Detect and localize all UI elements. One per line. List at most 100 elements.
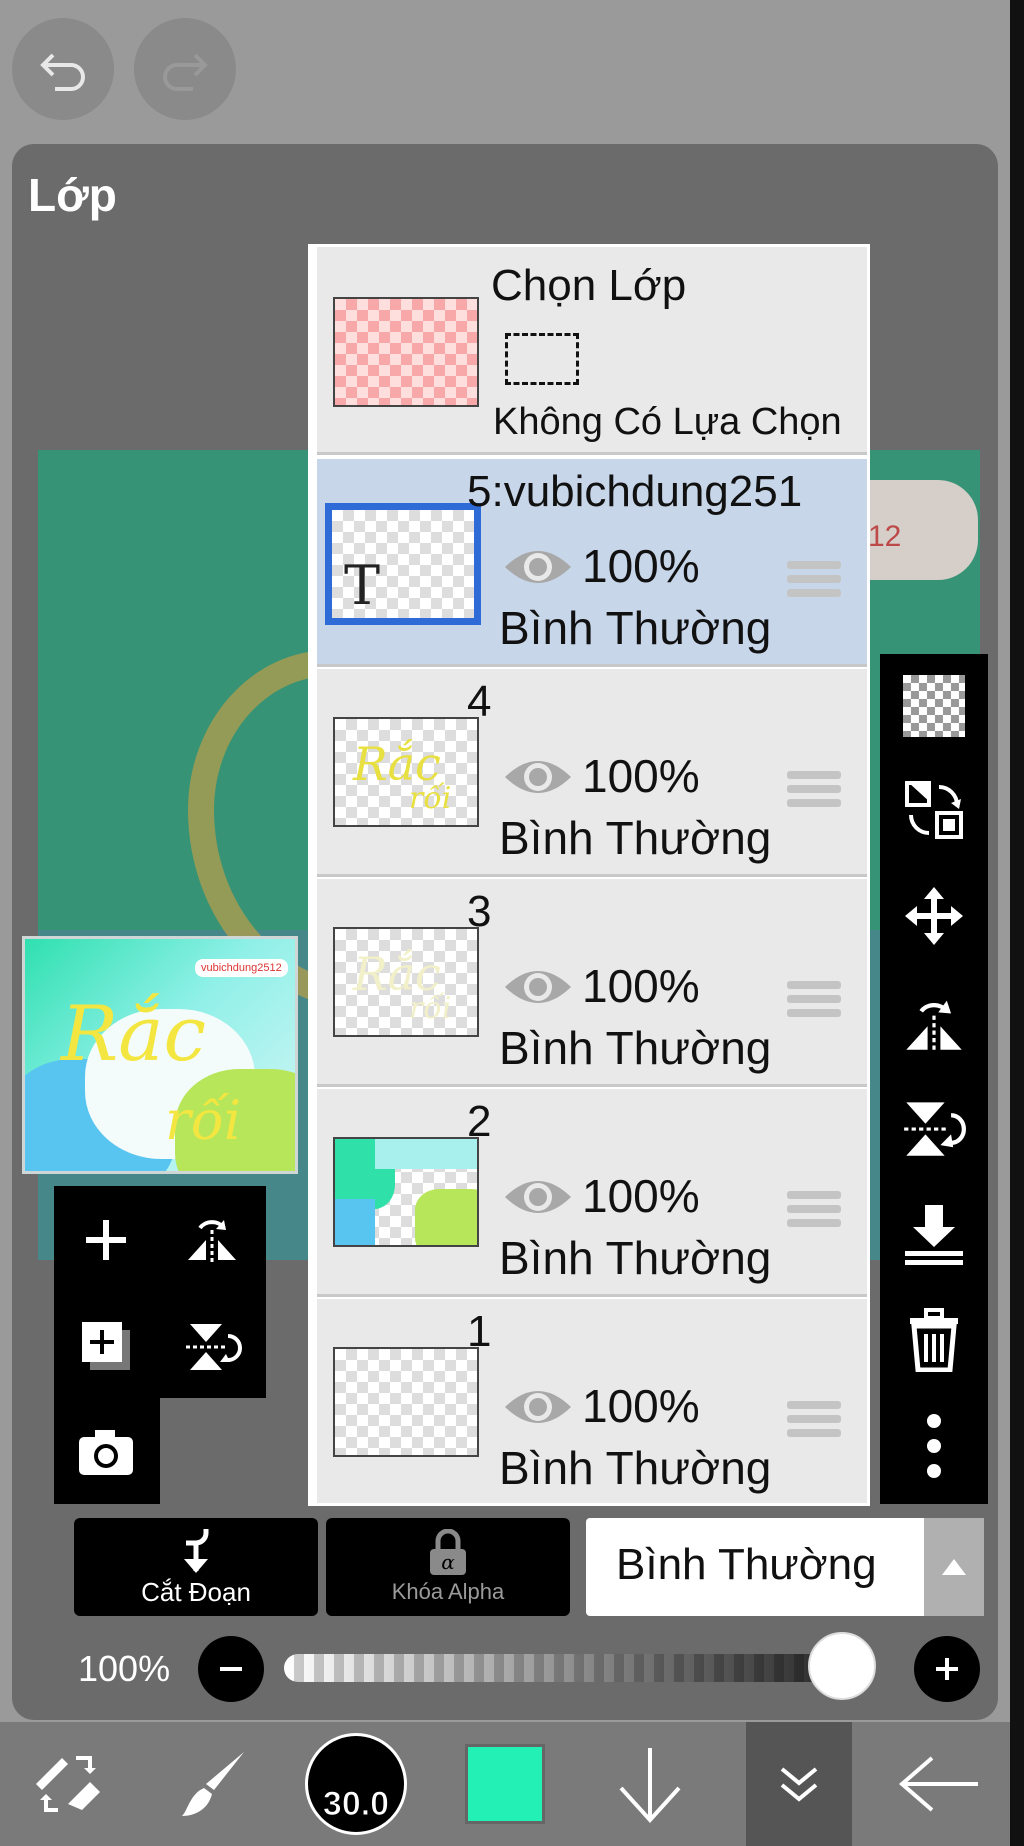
canvas-watermark: 12 xyxy=(868,520,902,553)
add-layer-button[interactable] xyxy=(64,1198,148,1282)
flip-horizontal-button[interactable] xyxy=(896,984,972,1060)
swap-layer-button[interactable] xyxy=(896,772,972,848)
transparent-fill-button[interactable] xyxy=(896,668,972,744)
opacity-slider[interactable] xyxy=(284,1632,876,1700)
more-icon xyxy=(927,1414,941,1478)
brush-size-value: 30.0 xyxy=(322,1785,390,1824)
layer-row[interactable]: 1 100% Bình Thường xyxy=(317,1299,867,1503)
drag-handle-icon[interactable] xyxy=(787,1191,841,1233)
eye-icon[interactable] xyxy=(501,543,575,591)
more-options-button[interactable] xyxy=(896,1408,972,1484)
canvas-preview[interactable]: vubichdung2512 Rắc rối xyxy=(22,936,298,1174)
svg-text:α: α xyxy=(441,1550,455,1574)
camera-button[interactable] xyxy=(64,1410,148,1494)
clip-label: Cắt Đoạn xyxy=(141,1576,251,1607)
layer-row[interactable]: T 5:vubichdung251 100% Bình Thường xyxy=(317,459,867,667)
selection-layer-thumbnail xyxy=(333,297,479,407)
add-layer-icon xyxy=(86,1220,126,1260)
triangle-up-icon xyxy=(942,1559,966,1575)
layer-blend-mode: Bình Thường xyxy=(499,1022,772,1074)
layer-name: 5:vubichdung251 xyxy=(467,467,803,516)
blend-mode-dropdown[interactable] xyxy=(924,1518,984,1616)
delete-layer-button[interactable] xyxy=(896,1302,972,1378)
chevron-down-double-icon xyxy=(780,1767,818,1802)
color-picker-button[interactable] xyxy=(452,1722,558,1846)
eye-icon[interactable] xyxy=(501,1383,575,1431)
alpha-lock-button[interactable]: α Khóa Alpha xyxy=(326,1518,570,1616)
brush-size-button[interactable]: 30.0 xyxy=(300,1722,412,1846)
back-arrow-icon xyxy=(898,1756,978,1812)
add-copy-icon xyxy=(82,1322,130,1370)
clip-arrow-icon xyxy=(184,1528,209,1573)
move-icon xyxy=(905,887,963,945)
transform-tool-button[interactable] xyxy=(12,1722,124,1846)
panel-title: Lớp xyxy=(28,169,117,221)
move-layer-button[interactable] xyxy=(896,878,972,954)
checker-icon xyxy=(903,675,965,737)
layer-thumbnail xyxy=(333,1347,479,1457)
brush-size-indicator: 30.0 xyxy=(305,1733,407,1835)
blend-mode-value: Bình Thường xyxy=(616,1540,877,1589)
flip-layer-horizontal-button[interactable] xyxy=(170,1198,254,1282)
transform-tool-icon xyxy=(36,1756,100,1812)
trash-icon xyxy=(910,1308,958,1372)
add-copy-layer-button[interactable] xyxy=(64,1304,148,1388)
opacity-slider-knob[interactable] xyxy=(808,1632,876,1700)
opacity-increase-button[interactable] xyxy=(914,1636,980,1702)
flip-layer-vertical-button[interactable] xyxy=(170,1304,254,1388)
blend-mode-select[interactable]: Bình Thường xyxy=(586,1518,984,1616)
selection-rect-icon xyxy=(505,333,579,385)
layer-list: Chọn Lớp Không Có Lựa Chọn T 5:vubichdun… xyxy=(308,244,870,1506)
flip-vertical-icon xyxy=(186,1324,242,1370)
drag-handle-icon[interactable] xyxy=(787,1401,841,1443)
layer-blend-mode: Bình Thường xyxy=(499,812,772,864)
layer-blend-mode: Bình Thường xyxy=(499,1232,772,1284)
arrow-down-button[interactable] xyxy=(594,1722,706,1846)
opacity-label: 100% xyxy=(78,1648,171,1689)
flip-horizontal-icon xyxy=(188,1220,236,1264)
right-edge xyxy=(1010,0,1024,1846)
layer-blend-mode: Bình Thường xyxy=(499,1442,772,1494)
eye-icon[interactable] xyxy=(501,753,575,801)
preview-watermark: vubichdung2512 xyxy=(195,959,288,977)
merge-down-button[interactable] xyxy=(896,1196,972,1272)
flip-vertical-button[interactable] xyxy=(896,1090,972,1166)
eye-icon[interactable] xyxy=(501,963,575,1011)
layer-row[interactable]: Rắc rối 4 100% Bình Thường xyxy=(317,669,867,877)
alpha-lock-label: Khóa Alpha xyxy=(391,1579,505,1604)
lock-icon: α xyxy=(430,1529,466,1575)
layer-thumbnail: T xyxy=(325,503,481,625)
back-button[interactable] xyxy=(880,1722,1000,1846)
arrow-down-icon xyxy=(619,1748,681,1823)
layer-opacity: 100% xyxy=(582,1380,700,1432)
plus-icon xyxy=(936,1658,958,1680)
camera-icon xyxy=(79,1430,133,1475)
flip-horizontal-icon xyxy=(906,1000,962,1052)
layer-opacity: 100% xyxy=(582,540,700,592)
redo-icon xyxy=(163,53,208,91)
drag-handle-icon[interactable] xyxy=(787,771,841,813)
eye-icon[interactable] xyxy=(501,1173,575,1221)
layer-opacity: 100% xyxy=(582,960,700,1012)
color-swatch xyxy=(465,1744,545,1824)
swap-icon xyxy=(905,781,963,839)
layer-panel-toggle-button[interactable] xyxy=(746,1722,852,1846)
preview-art-text-2: rối xyxy=(165,1089,242,1152)
redo-button[interactable] xyxy=(134,18,236,120)
clip-button[interactable]: Cắt Đoạn xyxy=(74,1518,318,1616)
layer-thumbnail: Rắc rối xyxy=(333,927,479,1037)
layer-row[interactable]: Rắc rối 3 100% Bình Thường xyxy=(317,879,867,1087)
opacity-decrease-button[interactable] xyxy=(198,1636,264,1702)
layer-row[interactable]: 2 100% Bình Thường xyxy=(317,1089,867,1297)
selection-layer-row[interactable]: Chọn Lớp Không Có Lựa Chọn xyxy=(317,247,867,455)
drag-handle-icon[interactable] xyxy=(787,981,841,1023)
merge-down-icon xyxy=(905,1205,963,1265)
drag-handle-icon[interactable] xyxy=(787,561,841,603)
brush-tool-button[interactable] xyxy=(158,1722,270,1846)
undo-button[interactable] xyxy=(12,18,114,120)
layer-blend-mode: Bình Thường xyxy=(499,602,772,654)
layer-name: 4 xyxy=(467,677,492,726)
layer-name: 3 xyxy=(467,887,492,936)
text-layer-glyph: T xyxy=(344,554,381,617)
layer-name: 1 xyxy=(467,1307,492,1356)
